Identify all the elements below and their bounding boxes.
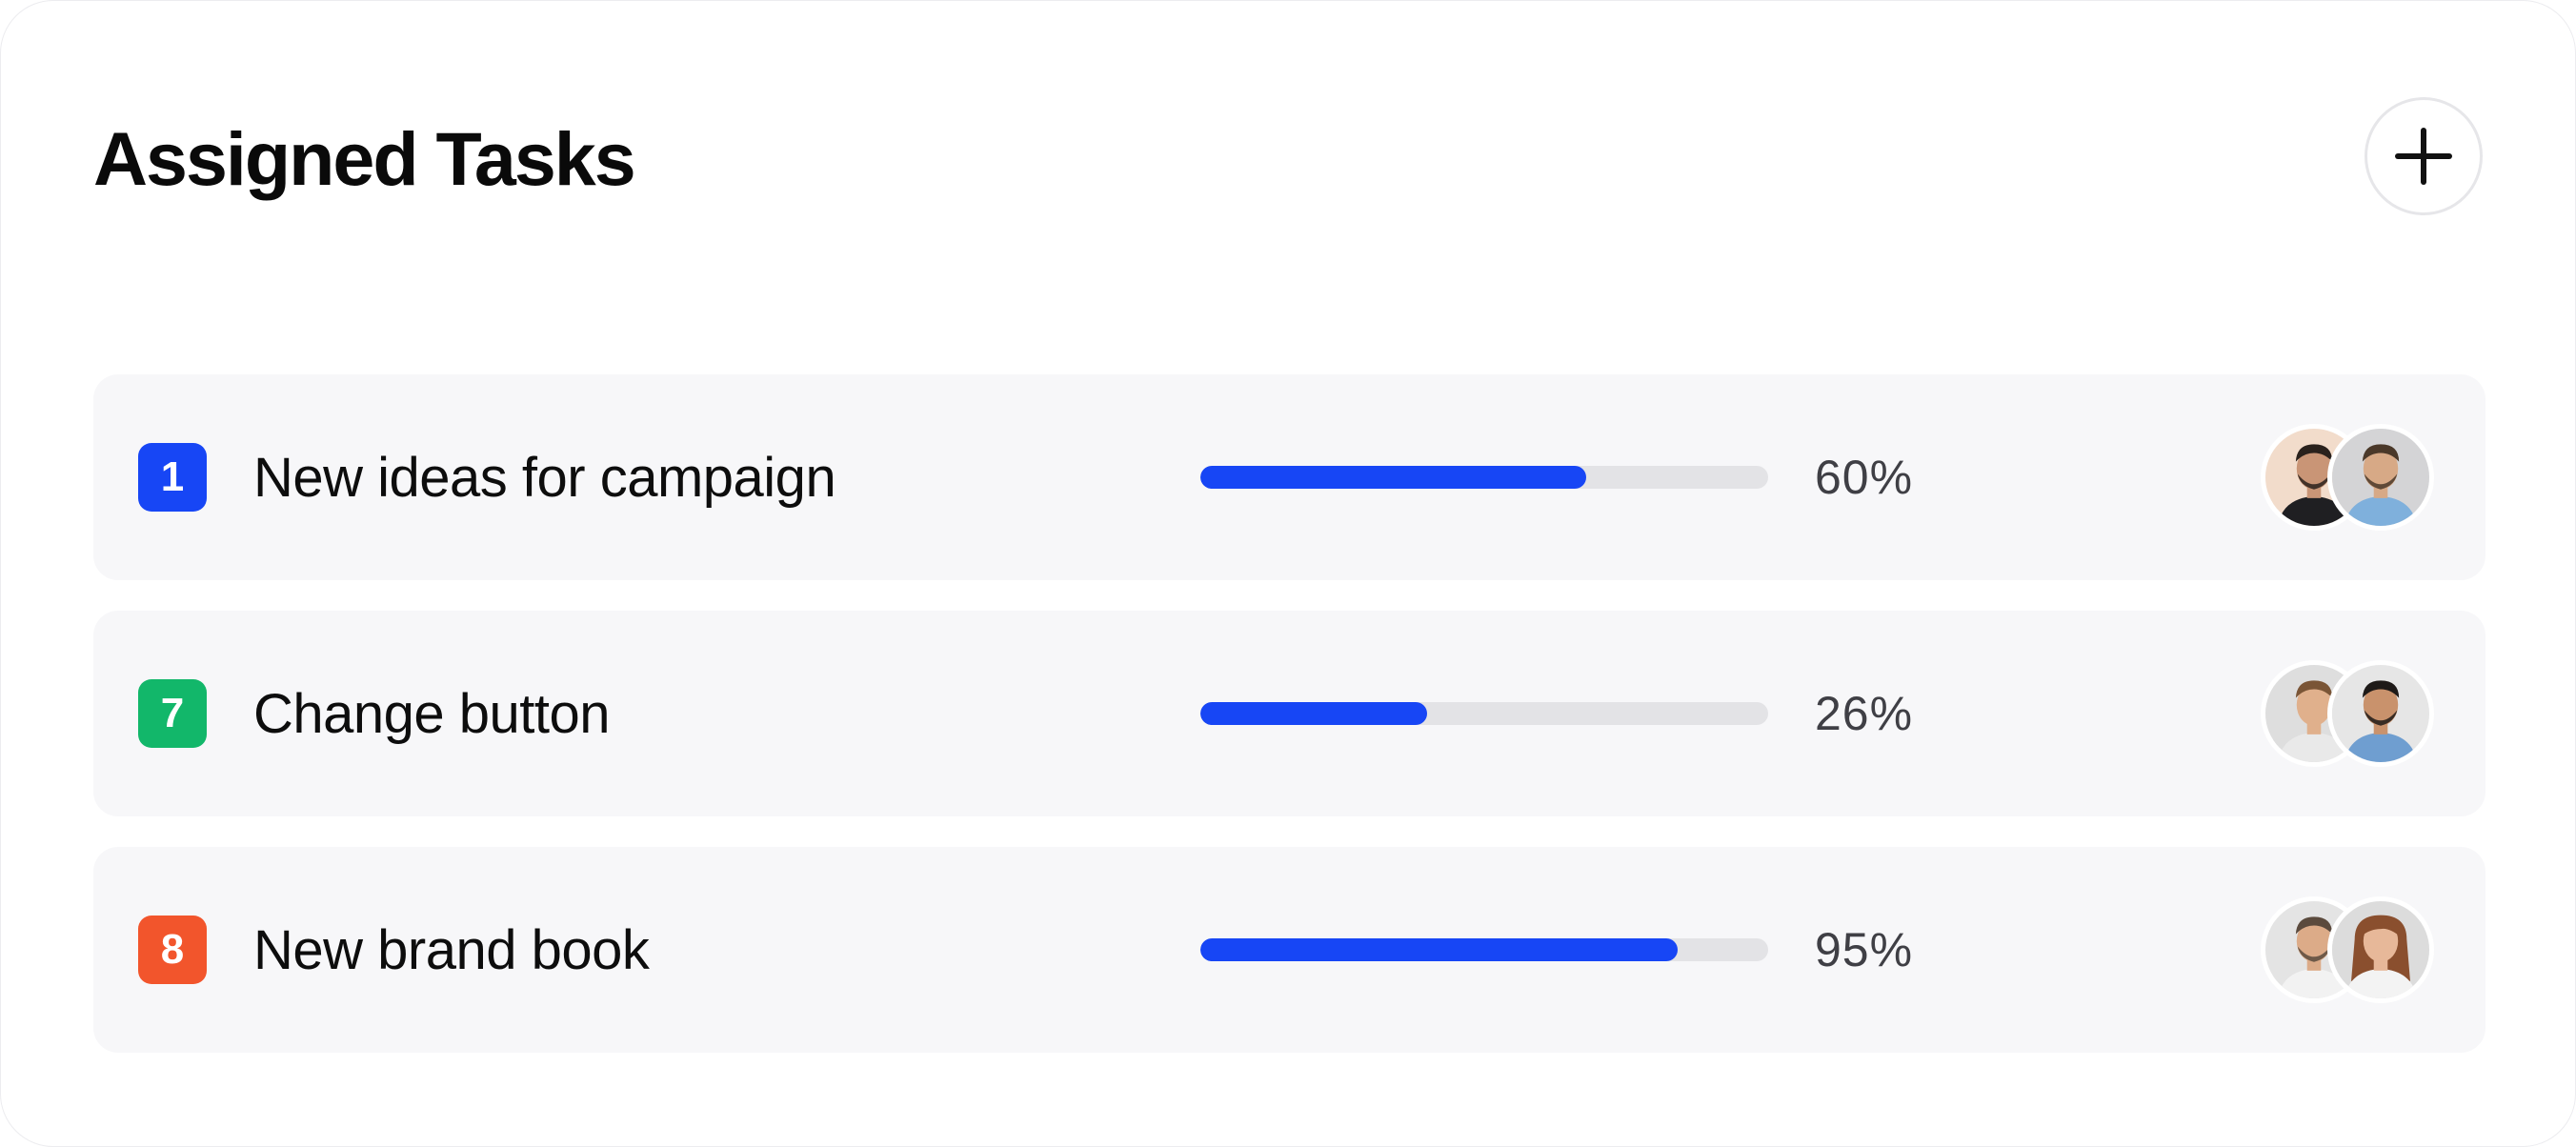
assignee-avatars: [2261, 424, 2442, 531]
task-name: Change button: [253, 683, 611, 745]
task-row[interactable]: 1 New ideas for campaign 60%: [93, 374, 2485, 580]
assignee-avatars: [2261, 896, 2442, 1003]
task-progress-bar: [1200, 466, 1768, 489]
task-progress-percent: 95%: [1815, 923, 1914, 976]
task-row[interactable]: 8 New brand book 95%: [93, 847, 2485, 1053]
man-avatar[interactable]: [2327, 424, 2434, 531]
task-progress-fill: [1200, 466, 1587, 489]
task-progress-percent: 26%: [1815, 687, 1914, 740]
task-progress-bar: [1200, 702, 1768, 725]
task-list: 1 New ideas for campaign 60% 7 Change bu…: [93, 374, 2485, 1083]
task-number-badge: 8: [138, 916, 207, 984]
task-progress-percent: 60%: [1815, 451, 1914, 504]
assignee-avatars: [2261, 660, 2442, 767]
man-avatar[interactable]: [2327, 660, 2434, 767]
add-task-button[interactable]: [2365, 97, 2483, 215]
task-row[interactable]: 7 Change button 26%: [93, 611, 2485, 816]
task-name: New ideas for campaign: [253, 447, 836, 509]
task-progress-fill: [1200, 938, 1678, 961]
card-title: Assigned Tasks: [93, 116, 636, 201]
task-progress-bar: [1200, 938, 1768, 961]
assigned-tasks-card: Assigned Tasks 1 New ideas for campaign …: [0, 0, 2576, 1147]
plus-icon: [2395, 128, 2452, 185]
task-progress-fill: [1200, 702, 1428, 725]
task-number-badge: 1: [138, 443, 207, 512]
task-name: New brand book: [253, 919, 650, 981]
woman-avatar[interactable]: [2327, 896, 2434, 1003]
task-number-badge: 7: [138, 679, 207, 748]
